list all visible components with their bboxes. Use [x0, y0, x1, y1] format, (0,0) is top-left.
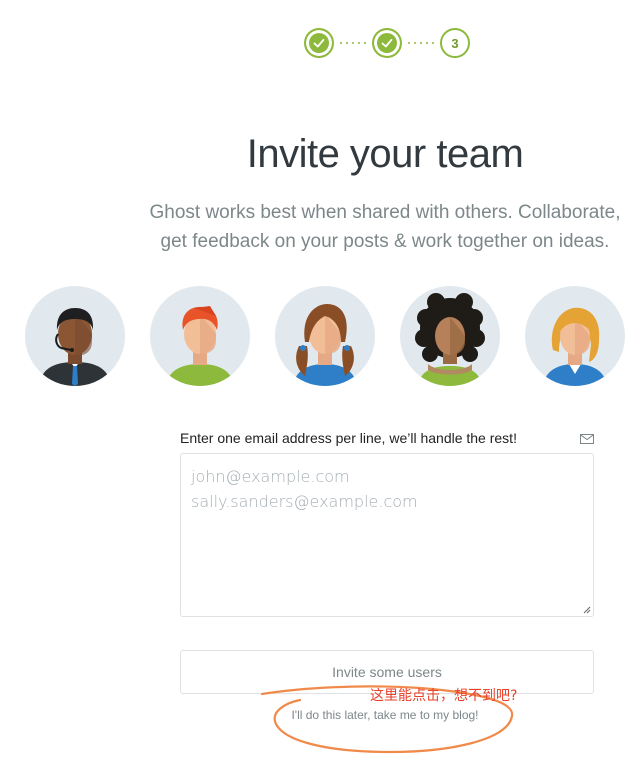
check-icon	[313, 38, 325, 48]
setup-invite-page: 3 Invite your team Ghost works best when…	[0, 0, 630, 768]
avatar-brunette-woman-icon	[275, 286, 375, 386]
placeholder-line: sally.sanders@example.com	[191, 492, 418, 511]
placeholder-line: john@example.com	[191, 467, 350, 486]
step-3-current: 3	[440, 28, 470, 58]
resize-handle-icon[interactable]	[583, 606, 591, 614]
avatar-curly-hair-woman-icon	[400, 286, 500, 386]
step-number: 3	[451, 35, 459, 51]
email-addresses-textarea[interactable]: john@example.com sally.sanders@example.c…	[180, 453, 594, 617]
avatar-redhead-man-icon	[150, 286, 250, 386]
email-instructions-label: Enter one email address per line, we’ll …	[180, 430, 517, 446]
envelope-icon	[580, 434, 594, 444]
check-icon	[381, 38, 393, 48]
step-connector	[402, 42, 440, 44]
subtitle-line: get feedback on your posts & work togeth…	[160, 231, 610, 252]
step-connector	[334, 42, 372, 44]
skip-invite-link[interactable]: I'll do this later, take me to my blog!	[0, 708, 630, 722]
subtitle-line: Ghost works best when shared with others…	[149, 202, 621, 223]
annotation-note: 这里能点击，想不到吧?	[370, 688, 518, 704]
step-2-complete	[372, 28, 402, 58]
step-1-complete	[304, 28, 334, 58]
avatar-man-headset-icon	[25, 286, 125, 386]
page-title: Invite your team	[246, 132, 524, 176]
setup-progress-steps: 3	[304, 28, 470, 58]
avatar-blonde-woman-icon	[525, 286, 625, 386]
page-subtitle: Ghost works best when shared with others…	[0, 198, 630, 256]
